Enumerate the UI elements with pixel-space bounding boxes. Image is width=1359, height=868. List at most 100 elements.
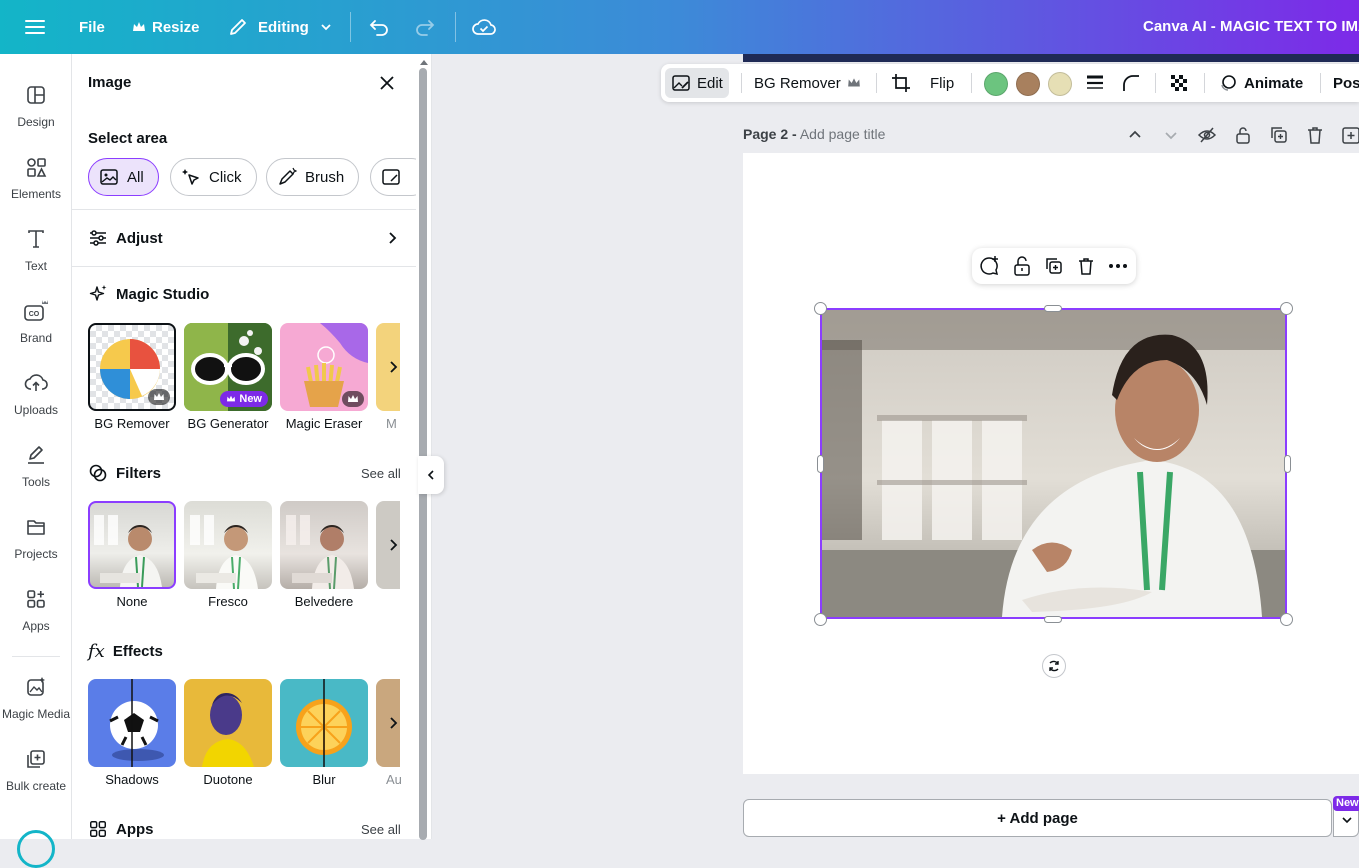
- more-dots-icon: [1109, 264, 1127, 268]
- svg-text:CO: CO: [29, 311, 40, 318]
- crop-button[interactable]: [890, 64, 912, 102]
- magic-eraser-tool[interactable]: [280, 323, 368, 411]
- effects-next-button[interactable]: [376, 679, 400, 767]
- resize-handle-bottom[interactable]: [1044, 616, 1062, 623]
- bg-remover-tool[interactable]: [88, 323, 176, 411]
- border-style-button[interactable]: [1085, 64, 1105, 102]
- cloud-save-status[interactable]: [472, 0, 496, 54]
- editing-mode-button[interactable]: Editing: [228, 0, 333, 54]
- transparency-checker-icon: [1171, 75, 1187, 91]
- resize-handle-bottom-right[interactable]: [1280, 613, 1293, 626]
- rail-label: Design: [17, 115, 55, 129]
- page-down-button[interactable]: [1163, 127, 1179, 143]
- select-area-all-chip[interactable]: All: [88, 158, 159, 196]
- resize-handle-left[interactable]: [817, 455, 824, 473]
- resize-handle-right[interactable]: [1284, 455, 1291, 473]
- rail-item-apps[interactable]: Apps: [0, 580, 72, 646]
- lock-element-button[interactable]: [1012, 255, 1032, 277]
- cloud-upload-icon: [24, 374, 48, 391]
- resize-handle-bottom-left[interactable]: [814, 613, 827, 626]
- corner-rounding-button[interactable]: [1121, 64, 1141, 102]
- add-page-icon: [1342, 127, 1359, 144]
- delete-page-button[interactable]: [1305, 125, 1325, 145]
- rail-label: Brand: [19, 331, 53, 345]
- apps-grid-icon: [90, 821, 106, 837]
- resize-button[interactable]: Resize: [132, 0, 200, 54]
- color-swatch[interactable]: [1048, 72, 1072, 96]
- rail-item-brand[interactable]: CO Brand: [0, 292, 72, 358]
- menu-icon[interactable]: [24, 0, 46, 54]
- bg-remover-button[interactable]: BG Remover: [754, 64, 861, 102]
- duplicate-element-button[interactable]: [1044, 255, 1064, 277]
- filters-icon: [89, 464, 107, 482]
- page-title-input[interactable]: Add page title: [800, 126, 886, 142]
- effect-blur-thumb[interactable]: [280, 679, 368, 767]
- undo-button[interactable]: [368, 0, 390, 54]
- add-page-button[interactable]: + Add page: [743, 799, 1332, 837]
- filters-see-all-link[interactable]: See all: [361, 466, 401, 481]
- design-icon: [27, 86, 45, 104]
- delete-element-button[interactable]: [1076, 255, 1096, 277]
- collapse-panel-button[interactable]: [418, 456, 444, 494]
- avatar[interactable]: [17, 830, 55, 868]
- resize-label: Resize: [152, 18, 200, 36]
- position-button[interactable]: Posi: [1333, 64, 1359, 102]
- hide-page-button[interactable]: [1197, 125, 1217, 145]
- rail-item-elements[interactable]: Elements: [0, 148, 72, 214]
- rail-item-text[interactable]: Text: [0, 220, 72, 286]
- transparency-button[interactable]: [1169, 64, 1189, 102]
- person-photo-icon: [94, 515, 162, 587]
- edit-image-button[interactable]: Edit: [665, 68, 729, 98]
- flip-button[interactable]: Flip: [930, 64, 954, 102]
- new-badge: New: [1333, 796, 1359, 811]
- color-swatch[interactable]: [1016, 72, 1040, 96]
- filter-fresco-thumb[interactable]: [184, 501, 272, 589]
- filter-belvedere-thumb[interactable]: [280, 501, 368, 589]
- badge-label: New: [239, 393, 262, 405]
- filter-none-thumb[interactable]: [88, 501, 176, 589]
- page-up-button[interactable]: [1127, 127, 1143, 143]
- apps-see-all-link[interactable]: See all: [361, 822, 401, 837]
- document-title[interactable]: Canva AI - MAGIC TEXT TO IMAG: [1143, 0, 1359, 54]
- rail-item-uploads[interactable]: Uploads: [0, 364, 72, 430]
- person-photo-icon: [190, 515, 258, 589]
- rail-item-projects[interactable]: Projects: [0, 508, 72, 574]
- select-area-click-chip[interactable]: Click: [170, 158, 257, 196]
- panel-scrollbar[interactable]: [416, 54, 432, 840]
- tool-label: Magic Eraser: [285, 416, 363, 431]
- select-area-brush-chip[interactable]: Brush: [266, 158, 360, 196]
- scrollbar-thumb[interactable]: [419, 68, 427, 840]
- section-divider: [72, 209, 416, 210]
- animate-button[interactable]: Animate: [1218, 64, 1303, 102]
- file-menu[interactable]: File: [79, 0, 105, 54]
- rail-item-magic-media[interactable]: Magic Media: [0, 668, 72, 734]
- lock-page-button[interactable]: [1233, 125, 1253, 145]
- selected-image[interactable]: [820, 308, 1287, 619]
- close-panel-button[interactable]: [377, 73, 397, 93]
- resize-handle-top-right[interactable]: [1280, 302, 1293, 315]
- resize-handle-top[interactable]: [1044, 305, 1062, 312]
- effect-shadows-thumb[interactable]: [88, 679, 176, 767]
- rail-item-bulk-create[interactable]: Bulk create: [0, 740, 72, 806]
- rotate-handle[interactable]: [1042, 654, 1066, 678]
- filters-next-button[interactable]: [376, 501, 400, 589]
- rail-item-design[interactable]: Design: [0, 76, 72, 142]
- bg-generator-tool[interactable]: New: [184, 323, 272, 411]
- add-page-icon-button[interactable]: [1341, 125, 1359, 145]
- brand-icon: CO: [24, 300, 48, 321]
- comment-button[interactable]: [978, 255, 1000, 277]
- rotate-icon: [1049, 660, 1059, 672]
- sparkle-icon: [89, 285, 107, 301]
- duplicate-page-button[interactable]: [1269, 125, 1289, 145]
- magic-studio-next-button[interactable]: [376, 323, 400, 411]
- more-options-button[interactable]: [1108, 256, 1128, 276]
- color-swatch[interactable]: [984, 72, 1008, 96]
- rail-item-tools[interactable]: Tools: [0, 436, 72, 502]
- chevron-right-icon: [389, 232, 397, 244]
- effect-duotone-thumb[interactable]: [184, 679, 272, 767]
- select-area-more-chip[interactable]: [370, 158, 416, 196]
- redo-button[interactable]: [414, 0, 436, 54]
- adjust-row[interactable]: Adjust: [88, 226, 400, 250]
- resize-handle-top-left[interactable]: [814, 302, 827, 315]
- top-bar: File Resize Editing Canva AI - MAGIC TEX…: [0, 0, 1359, 54]
